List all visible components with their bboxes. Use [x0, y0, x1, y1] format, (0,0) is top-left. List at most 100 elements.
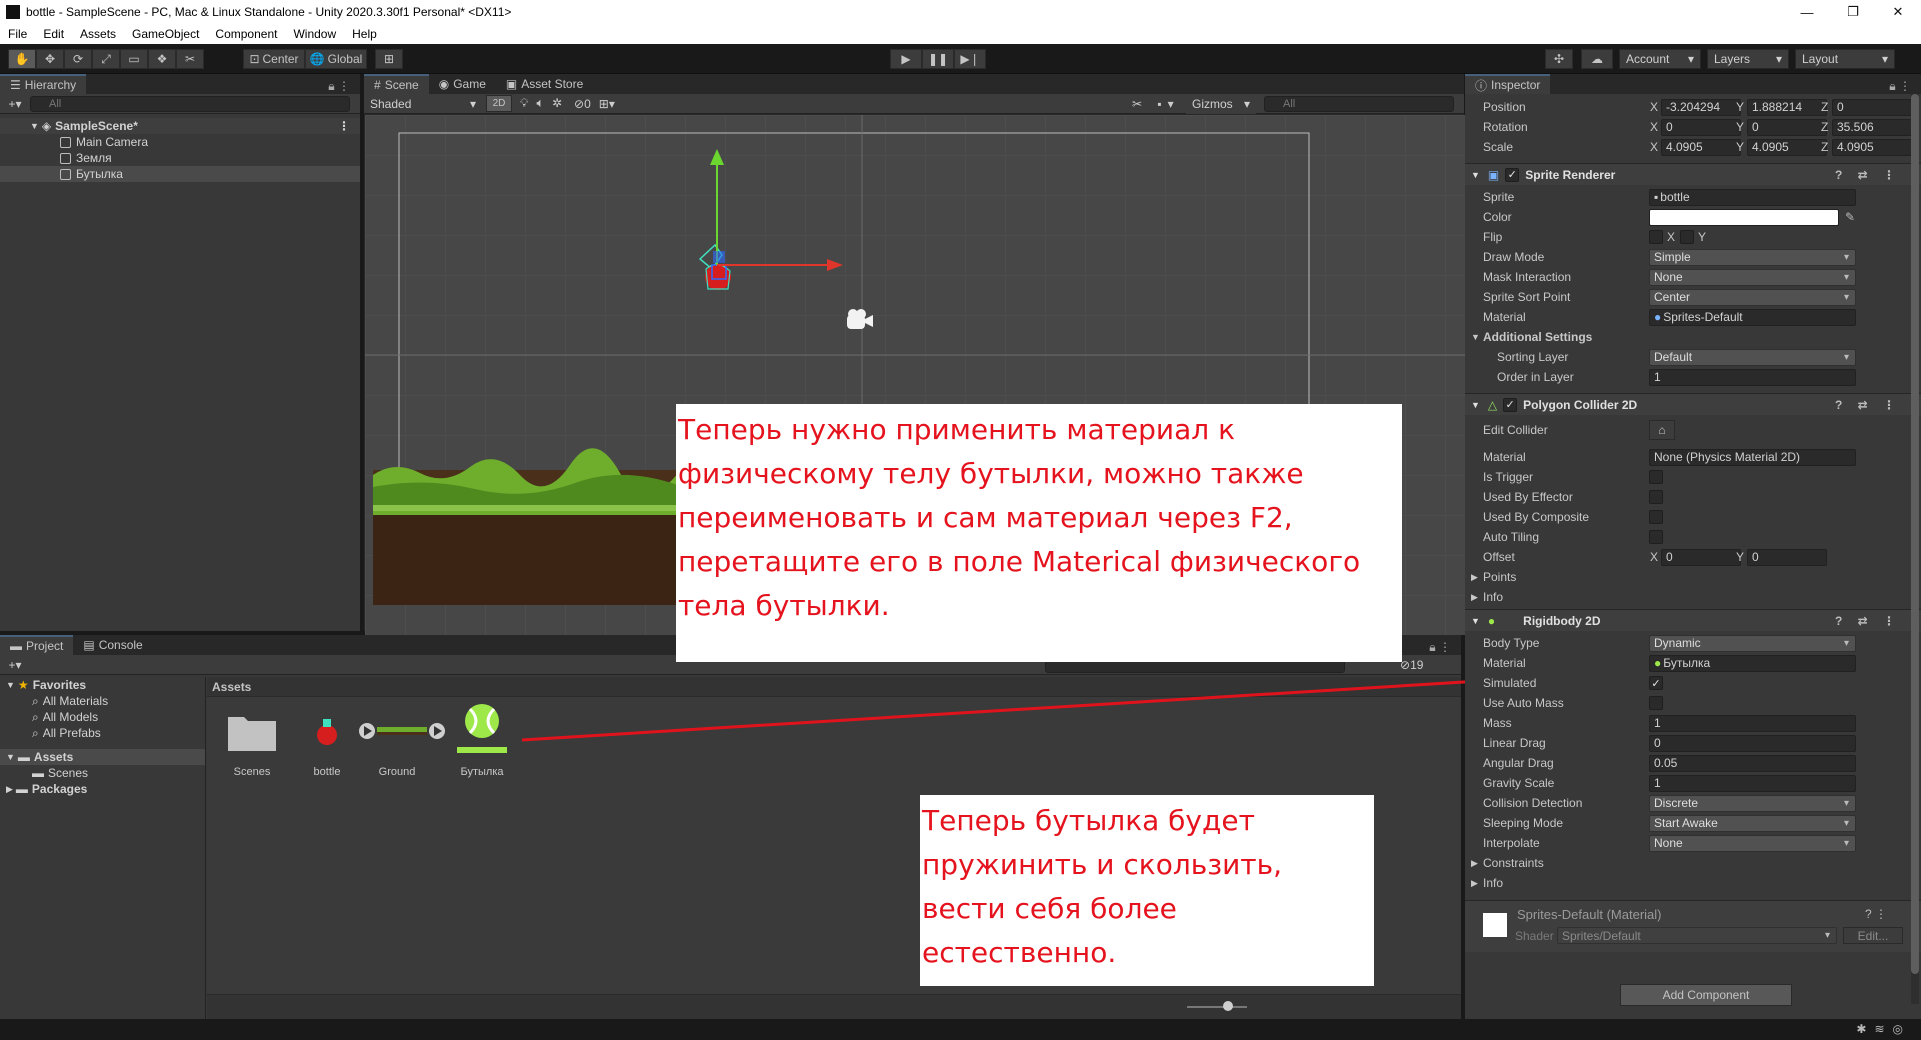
collision-detection-dropdown[interactable]: Discrete — [1649, 794, 1856, 812]
sprite-renderer-enabled-checkbox[interactable]: ✓ — [1505, 167, 1520, 182]
points-label[interactable]: Points — [1483, 570, 1516, 584]
layout-dropdown[interactable]: Layout ▾ — [1795, 49, 1895, 69]
grid-toggle-icon[interactable]: ⊞▾ — [599, 97, 615, 111]
collider-material-field[interactable]: None (Physics Material 2D) — [1649, 448, 1856, 466]
pivot-global-button[interactable]: 🌐 Global — [305, 49, 367, 69]
tab-console[interactable]: ▤ Console — [73, 635, 153, 655]
polygon-collider-enabled-checkbox[interactable]: ✓ — [1503, 397, 1518, 412]
cloud-icon[interactable]: ☁ — [1581, 49, 1613, 69]
sorting-layer-dropdown[interactable]: Default — [1649, 348, 1856, 366]
linear-drag-field[interactable]: 0 — [1649, 734, 1856, 752]
sprite-object-field[interactable]: ▪ bottle — [1649, 188, 1856, 206]
move-gizmo[interactable] — [710, 149, 843, 271]
color-field[interactable] — [1649, 208, 1839, 226]
rotate-tool-icon[interactable]: ⟳ — [64, 49, 92, 69]
component-menu-icons[interactable]: ? ⇄ ⋮ — [1835, 168, 1901, 182]
gravity-scale-field[interactable]: 1 — [1649, 774, 1856, 792]
progress-status-icon[interactable]: ◎ — [1893, 1022, 1911, 1036]
flip-x-checkbox[interactable] — [1649, 230, 1663, 244]
tab-project[interactable]: ▬ Project — [0, 635, 74, 655]
collab-icon[interactable]: ✣ — [1545, 49, 1573, 69]
asset-bottle-sprite[interactable]: bottle — [287, 709, 367, 778]
asset-ground-sprite[interactable]: Ground — [357, 709, 445, 778]
layers-dropdown[interactable]: Layers ▾ — [1707, 49, 1789, 69]
collider-info-label[interactable]: Info — [1483, 590, 1503, 604]
expand-arrow-icon[interactable]: ▼ — [1471, 332, 1480, 342]
close-button[interactable]: ✕ — [1875, 0, 1921, 24]
rotation-x-field[interactable]: 0 — [1661, 118, 1741, 136]
polygon-collider-header[interactable]: ▼ △ ✓ Polygon Collider 2D ? ⇄ ⋮ — [1465, 393, 1921, 415]
tab-game[interactable]: ◉ Game — [428, 74, 496, 94]
tab-scene[interactable]: # Scene — [364, 74, 429, 94]
simulated-checkbox[interactable]: ✓ — [1649, 676, 1663, 690]
zoom-slider-track[interactable] — [1187, 1006, 1247, 1008]
gizmos-dropdown[interactable]: Gizmos ▾ — [1186, 93, 1256, 114]
minimize-button[interactable]: — — [1784, 0, 1830, 24]
effects-icon[interactable]: ✲ — [552, 96, 570, 110]
edit-collider-button[interactable]: ⌂ — [1649, 420, 1675, 440]
collapse-arrow-icon[interactable]: ▶ — [1471, 592, 1478, 603]
custom-tool-icon[interactable]: ✂ — [176, 49, 204, 69]
tools-settings-icon[interactable]: ✂ ▪▾ — [1132, 97, 1180, 111]
rect-tool-icon[interactable]: ▭ — [120, 49, 148, 69]
rotation-z-field[interactable]: 35.506 — [1832, 118, 1912, 136]
hand-tool-icon[interactable]: ✋ — [8, 49, 36, 69]
inspector-scrollbar[interactable] — [1911, 94, 1919, 1004]
tree-all-prefabs[interactable]: ⌕ All Prefabs — [0, 725, 205, 741]
order-in-layer-field[interactable]: 1 — [1649, 368, 1856, 386]
inspector-scrollbar-thumb[interactable] — [1911, 94, 1919, 974]
rigidbody-header[interactable]: ▼ ● Rigidbody 2D ? ⇄ ⋮ — [1465, 609, 1921, 631]
scale-y-field[interactable]: 4.0905 — [1747, 138, 1827, 156]
collapse-arrow-icon[interactable]: ▶ — [1471, 878, 1478, 889]
component-menu-icons[interactable]: ? ⇄ ⋮ — [1835, 614, 1901, 628]
sprite-renderer-header[interactable]: ▼ ▣ ✓ Sprite Renderer ? ⇄ ⋮ — [1465, 163, 1921, 185]
hierarchy-search-input[interactable]: All — [30, 95, 350, 112]
tree-packages[interactable]: ▶ ▬ Packages — [0, 781, 205, 797]
grid-snap-icon[interactable]: ⊞ — [375, 49, 403, 69]
mass-field[interactable]: 1 — [1649, 714, 1856, 732]
ground-sprite[interactable] — [373, 448, 683, 605]
project-lock-icon[interactable]: 🔒︎ ⋮ — [1429, 640, 1451, 655]
angular-drag-field[interactable]: 0.05 — [1649, 754, 1856, 772]
constraints-label[interactable]: Constraints — [1483, 856, 1544, 870]
scale-x-field[interactable]: 4.0905 — [1661, 138, 1741, 156]
mode-2d-toggle[interactable]: 2D — [486, 95, 512, 112]
menu-help[interactable]: Help — [344, 27, 385, 41]
scene-menu-icon[interactable]: ⋮ — [338, 119, 350, 133]
tree-assets[interactable]: ▼ ▬ Assets — [0, 749, 205, 765]
material-menu-icons[interactable]: ? ⋮ — [1865, 907, 1887, 921]
rotation-y-field[interactable]: 0 — [1747, 118, 1827, 136]
rigidbody-material-field[interactable]: ● Бутылка — [1649, 654, 1856, 672]
tab-inspector[interactable]: ⓘ Inspector — [1465, 74, 1551, 94]
project-hidden-toggle[interactable]: ⊘19 — [1400, 658, 1423, 672]
mask-interaction-dropdown[interactable]: None — [1649, 268, 1856, 286]
lighting-icon[interactable]: 💡︎ — [520, 96, 536, 110]
shader-dropdown[interactable]: Sprites/Default — [1557, 927, 1837, 944]
component-menu-icons[interactable]: ? ⇄ ⋮ — [1835, 398, 1901, 412]
used-by-effector-checkbox[interactable] — [1649, 490, 1663, 504]
hidden-objects-toggle[interactable]: ⊘0 — [574, 97, 591, 111]
breadcrumb-assets[interactable]: Assets — [212, 680, 251, 694]
tree-scenes[interactable]: ▬ Scenes — [0, 765, 205, 781]
project-create-plus-icon[interactable]: +▾ — [0, 658, 30, 672]
create-plus-icon[interactable]: +▾ — [0, 97, 30, 111]
play-button[interactable]: ▶ — [890, 49, 922, 69]
tree-all-models[interactable]: ⌕ All Models — [0, 709, 205, 725]
inspector-lock-icon[interactable]: 🔒︎ ⋮ — [1889, 79, 1911, 94]
pause-button[interactable]: ❚❚ — [922, 49, 954, 69]
draw-mode-dropdown[interactable]: Simple — [1649, 248, 1856, 266]
tree-all-materials[interactable]: ⌕ All Materials — [0, 693, 205, 709]
body-type-dropdown[interactable]: Dynamic — [1649, 634, 1856, 652]
status-icons[interactable]: ✱≋◎ — [1856, 1022, 1911, 1036]
scene-search-input[interactable]: All — [1264, 95, 1454, 112]
menu-gameobject[interactable]: GameObject — [124, 27, 207, 41]
hierarchy-item-main-camera[interactable]: Main Camera — [0, 134, 360, 150]
asset-scenes-folder[interactable]: Scenes — [212, 709, 292, 778]
hierarchy-item-ground[interactable]: Земля — [0, 150, 360, 166]
step-button[interactable]: ▶❘ — [954, 49, 986, 69]
asset-physics-material-bottle[interactable]: Бутылка — [442, 699, 522, 778]
auto-tiling-checkbox[interactable] — [1649, 530, 1663, 544]
transform-tool-icon[interactable]: ❖ — [148, 49, 176, 69]
offset-y-field[interactable]: 0 — [1747, 548, 1827, 566]
hierarchy-scene-row[interactable]: ▼ ◈ SampleScene* ⋮ — [0, 118, 360, 134]
